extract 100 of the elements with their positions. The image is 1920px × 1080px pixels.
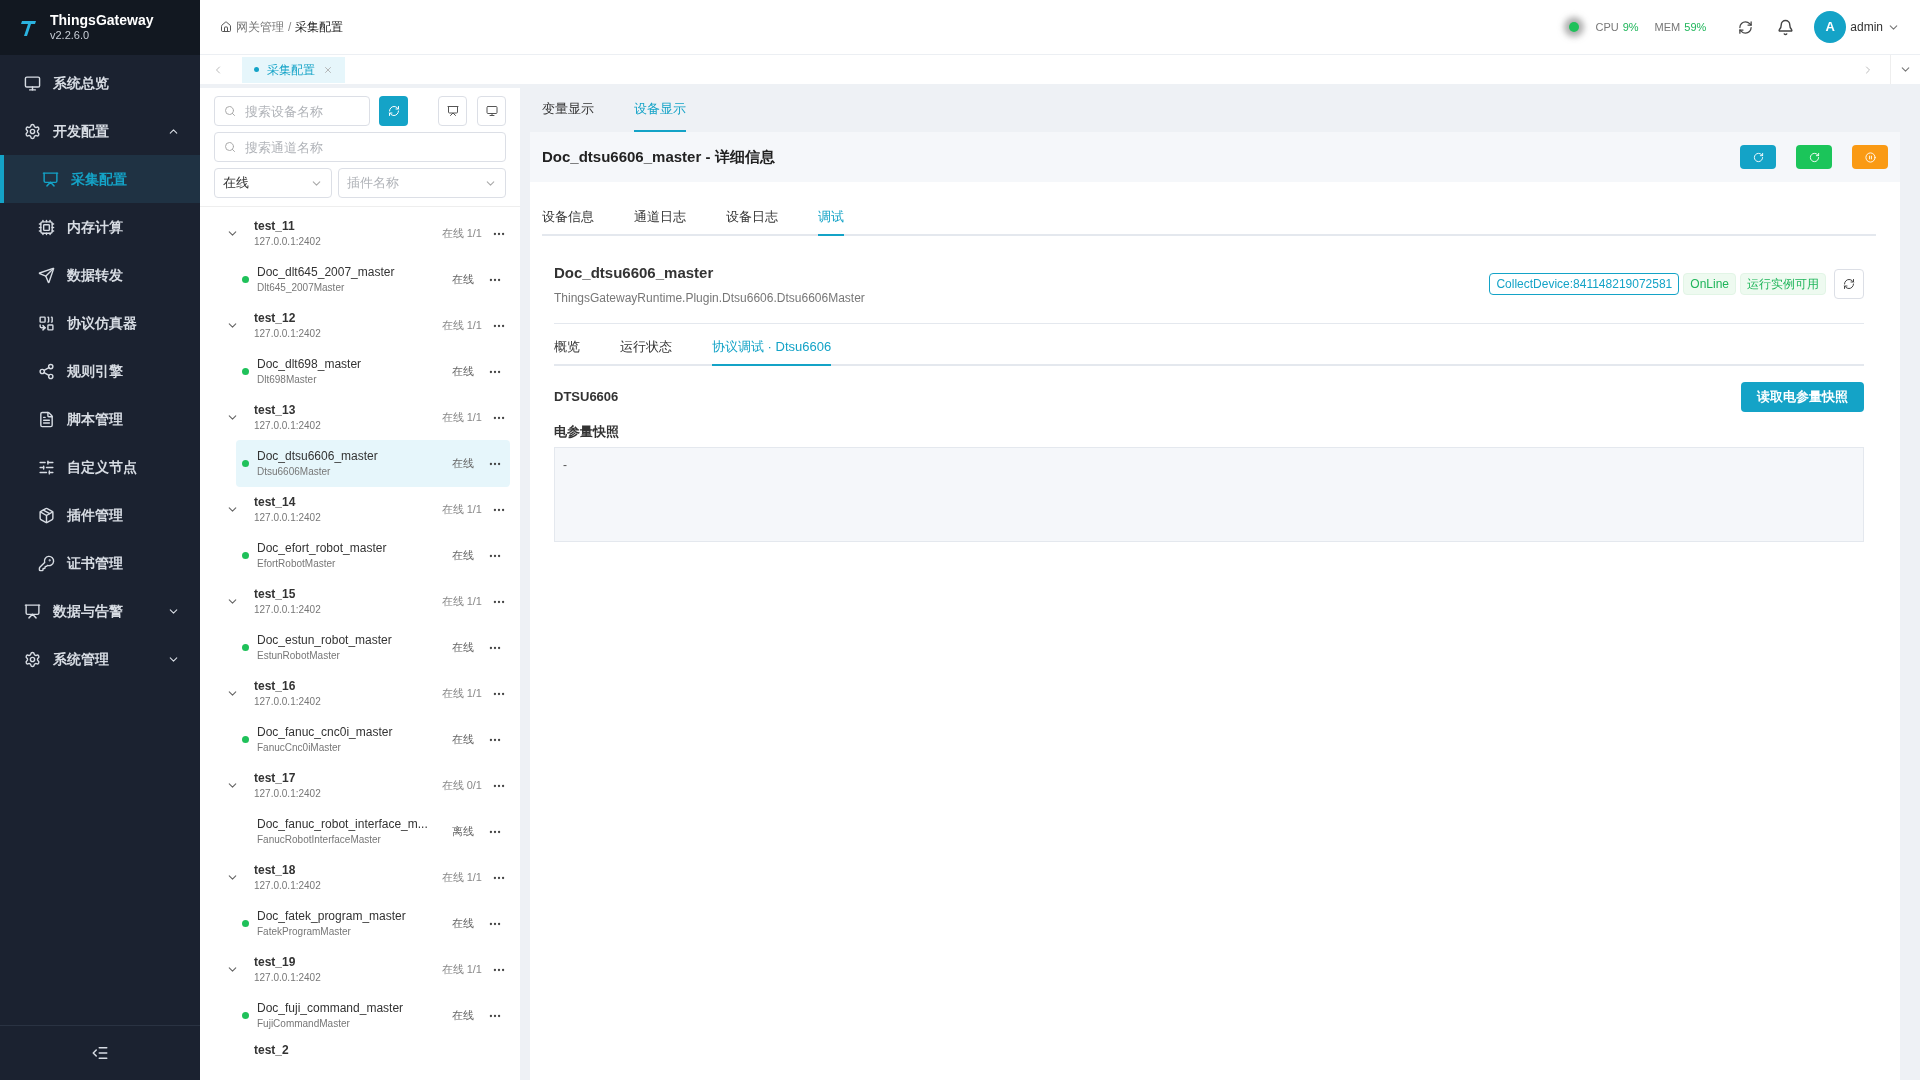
tab[interactable]: 设备信息 (542, 200, 594, 236)
menu-item[interactable]: 插件管理 (0, 491, 200, 539)
channel-name[interactable]: test_11 (254, 218, 442, 234)
device-status: 在线 (452, 272, 474, 288)
cpu-label: CPU (1595, 19, 1619, 35)
collapse-menu-icon[interactable] (91, 1044, 109, 1062)
device-name: Doc_fanuc_robot_interface_m... (257, 816, 429, 832)
menu-item[interactable]: 协议仿真器 (0, 299, 200, 347)
device-status: 离线 (452, 824, 474, 840)
mem-label: MEM (1654, 19, 1681, 35)
channel-name[interactable]: test_2 (254, 1042, 510, 1058)
section-title: DTSU6606 (554, 387, 619, 406)
app-name: ThingsGateway (50, 11, 154, 30)
home-icon[interactable] (220, 21, 232, 33)
key-icon (38, 554, 55, 572)
status-select[interactable]: 在线 (214, 168, 332, 198)
channel-status: 在线 1/1 (441, 870, 482, 886)
channel-status: 在线 0/1 (441, 778, 482, 794)
gear-icon (24, 650, 41, 668)
presentation-icon (24, 602, 41, 620)
breadcrumb-separator: / (288, 19, 292, 36)
tab[interactable]: 变量显示 (542, 88, 594, 132)
channel-name[interactable]: test_12 (254, 310, 442, 326)
channel-address: 127.0.0.1:2402 (254, 419, 322, 433)
device-name: Doc_fanuc_cnc0i_master (257, 724, 394, 740)
channel-name[interactable]: test_13 (254, 402, 442, 418)
board-button[interactable] (438, 96, 467, 126)
channel-search-field[interactable]: 搜索通道名称 (214, 132, 506, 162)
device-name: Doc_efort_robot_master (257, 540, 388, 556)
refresh-button[interactable] (379, 96, 409, 126)
menu-item[interactable]: 采集配置 (0, 155, 200, 203)
channel-address: 127.0.0.1:2402 (254, 879, 322, 893)
menu-item[interactable]: 自定义节点 (0, 443, 200, 491)
menu-item[interactable]: 数据转发 (0, 251, 200, 299)
device-search-field[interactable]: 搜索设备名称 (214, 96, 371, 126)
device-plugin: EfortRobotMaster (257, 557, 337, 571)
cpu-value: 9% (1622, 19, 1639, 35)
tab[interactable]: 设备日志 (726, 200, 778, 236)
gear-icon (24, 122, 41, 140)
tab[interactable]: 概览 (554, 329, 580, 366)
breadcrumb-item[interactable]: 网关管理 (236, 18, 284, 36)
channel-status: 在线 1/1 (441, 686, 482, 702)
device-status: 在线 (452, 916, 474, 932)
device-item[interactable]: Doc_dtsu6606_master Dtsu6606Master 在线 (236, 440, 510, 487)
device-name: Doc_dlt698_master (257, 356, 363, 372)
monitor-button[interactable] (477, 96, 506, 126)
device-status: 在线 (452, 732, 474, 748)
sliders-icon (38, 458, 55, 476)
device-item[interactable]: Doc_efort_robot_master EfortRobotMaster 在线 (236, 532, 510, 579)
bell-icon[interactable] (1777, 18, 1795, 36)
device-item[interactable]: Doc_fanuc_cnc0i_master FanucCnc0iMaster 在线 (236, 716, 510, 763)
refresh-button[interactable] (1834, 269, 1864, 300)
breadcrumb-item[interactable]: 采集配置 (295, 18, 344, 36)
device-plugin: FanucCnc0iMaster (257, 741, 342, 755)
device-item[interactable]: Doc_dlt645_2007_master Dlt645_2007Master 在线 (236, 256, 510, 303)
device-plugin: EstunRobotMaster (257, 649, 341, 663)
channel-status: 在线 1/1 (441, 962, 482, 978)
device-name: Doc_fatek_program_master (257, 908, 407, 924)
channel-address: 127.0.0.1:2402 (254, 327, 322, 341)
device-item[interactable]: Doc_fanuc_robot_interface_m... FanucRobotInterfaceMaster 离线 (236, 808, 510, 855)
package-icon (38, 506, 55, 524)
device-name: Doc_estun_robot_master (257, 632, 393, 648)
menu-item[interactable]: 系统管理 (0, 635, 200, 683)
menu-item[interactable]: 规则引擎 (0, 347, 200, 395)
channel-address: 127.0.0.1:2402 (254, 695, 322, 709)
channel-status: 在线 1/1 (441, 410, 482, 426)
snapshot-label: 电参量快照 (554, 422, 620, 441)
snapshot-output: - (554, 447, 1864, 542)
tab[interactable]: 运行状态 (620, 329, 672, 366)
channel-name[interactable]: test_17 (254, 770, 442, 786)
search-icon (224, 141, 236, 153)
device-item[interactable]: Doc_estun_robot_master EstunRobotMaster 在线 (236, 624, 510, 671)
mem-value: 59% (1684, 19, 1707, 35)
device-item[interactable]: Doc_fatek_program_master FatekProgramMaster 在线 (236, 900, 510, 947)
tab[interactable]: 通道日志 (634, 200, 686, 236)
channel-status: 在线 1/1 (441, 594, 482, 610)
refresh-icon (1808, 151, 1820, 163)
menu-item[interactable]: 系统总览 (0, 59, 200, 107)
pause-icon (1864, 151, 1876, 163)
device-status: 在线 (452, 456, 474, 472)
channel-status: 在线 1/1 (441, 502, 482, 518)
refresh-icon[interactable] (1738, 19, 1754, 35)
refresh-icon (1843, 278, 1855, 291)
user-name[interactable]: admin (1850, 18, 1883, 36)
device-item[interactable]: Doc_fuji_command_master FujiCommandMaster 在线 (236, 992, 510, 1039)
channel-name[interactable]: test_14 (254, 494, 442, 510)
channel-name[interactable]: test_18 (254, 862, 442, 878)
menu-item[interactable]: 内存计算 (0, 203, 200, 251)
menu-item[interactable]: 开发配置 (0, 107, 200, 155)
monitor-icon (485, 105, 498, 117)
channel-name[interactable]: test_19 (254, 954, 442, 970)
channel-name[interactable]: test_16 (254, 678, 442, 694)
device-name: Doc_fuji_command_master (257, 1000, 405, 1016)
device-plugin: FanucRobotInterfaceMaster (257, 833, 382, 847)
device-item[interactable]: Doc_dlt698_master Dlt698Master 在线 (236, 348, 510, 395)
device-title: Doc_dtsu6606_master (554, 263, 715, 283)
channel-name[interactable]: test_15 (254, 586, 442, 602)
menu-item[interactable]: 数据与告警 (0, 587, 200, 635)
menu-item[interactable]: 证书管理 (0, 539, 200, 587)
menu-item[interactable]: 脚本管理 (0, 395, 200, 443)
